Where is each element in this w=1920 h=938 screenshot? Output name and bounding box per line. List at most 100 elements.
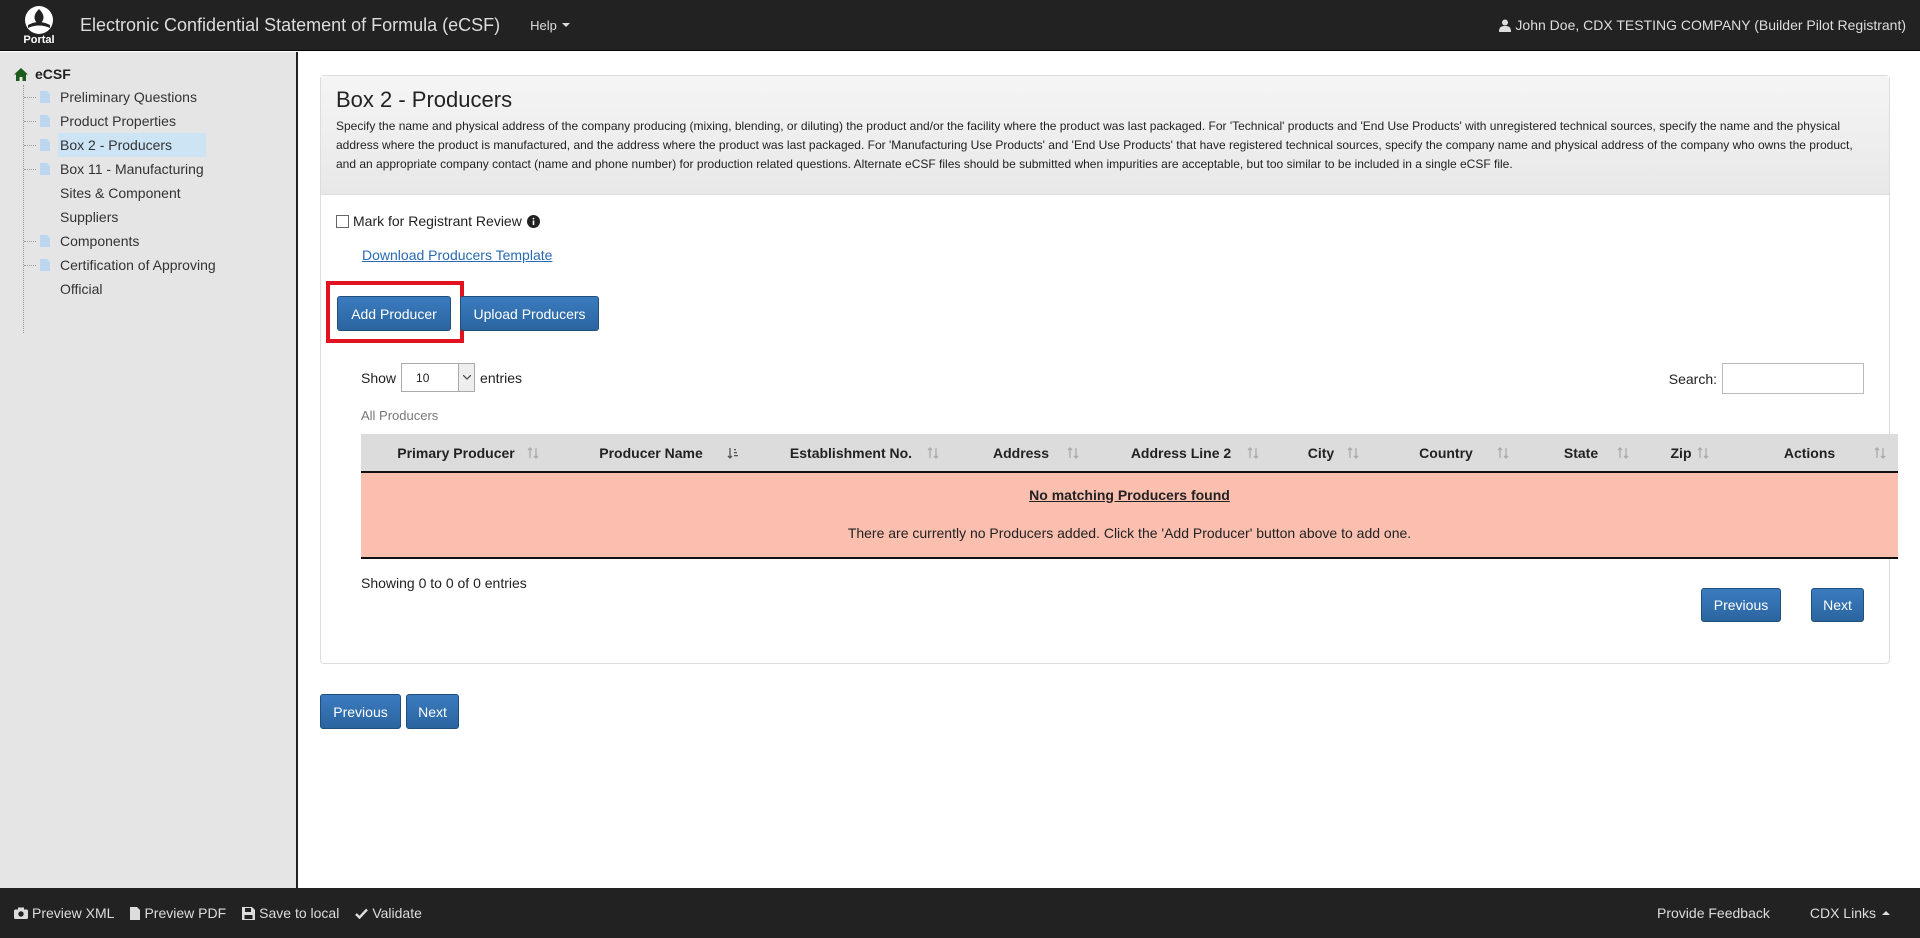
caret-down-icon [561, 23, 570, 27]
provide-feedback-link[interactable]: Provide Feedback [1657, 905, 1770, 921]
column-header[interactable]: Producer Name [551, 434, 751, 473]
app-title: Electronic Confidential Statement of For… [80, 14, 501, 35]
preview-xml-label: Preview XML [32, 905, 115, 921]
help-menu[interactable]: Help [530, 18, 570, 33]
sort-icon [1617, 447, 1629, 459]
sort-icon [1247, 447, 1259, 459]
file-icon [40, 115, 50, 127]
page-next-button[interactable]: Next [406, 694, 459, 729]
camera-icon [14, 907, 28, 919]
sidebar-item-label: Box 11 - Manufacturing Sites & Component… [60, 161, 204, 225]
sort-icon [1697, 447, 1709, 459]
producers-panel: Box 2 - Producers Specify the name and p… [320, 75, 1898, 664]
cdx-links-menu[interactable]: CDX Links [1810, 905, 1890, 921]
home-icon [14, 67, 28, 81]
column-header[interactable]: Country [1371, 434, 1521, 473]
sidebar-item-label: Box 2 - Producers [58, 133, 207, 157]
panel-heading: Box 2 - Producers Specify the name and p… [321, 76, 1889, 195]
column-header[interactable]: Address [951, 434, 1091, 473]
preview-pdf-label: Preview PDF [144, 905, 227, 921]
column-header[interactable]: Primary Producer [361, 434, 551, 473]
portal-logo-icon [25, 5, 53, 34]
registrant-review-checkbox[interactable] [336, 214, 349, 228]
column-header[interactable]: City [1271, 434, 1371, 473]
nav-tree: eCSF Preliminary Questions Product Prope… [14, 63, 274, 333]
user-menu[interactable]: John Doe, CDX TESTING COMPANY (Builder P… [1499, 17, 1906, 33]
table-caption: All Producers [361, 408, 439, 423]
footer-bar: Preview XML Preview PDF Save to local Va… [0, 888, 1920, 938]
sidebar-item-label: Components [60, 233, 140, 249]
validate-button[interactable]: Validate [355, 905, 422, 921]
caret-up-icon [1882, 911, 1890, 915]
registrant-review-label: Mark for Registrant Review [353, 213, 522, 229]
tree-root-label: eCSF [35, 66, 71, 82]
info-icon[interactable] [526, 214, 540, 228]
save-local-button[interactable]: Save to local [242, 905, 339, 921]
sort-asc-icon [727, 448, 738, 459]
table-controls: Show 10 entries Search: [336, 363, 1874, 399]
search-control: Search: [1669, 363, 1864, 394]
check-icon [355, 908, 369, 919]
file-icon [40, 259, 50, 271]
sidebar-item-label: Certification of Approving Official [60, 257, 216, 297]
panel-body: Mark for Registrant Review Download Prod… [321, 195, 1898, 663]
empty-message-row: There are currently no Producers added. … [361, 508, 1898, 559]
action-buttons: Add Producer Upload Producers [326, 281, 1874, 343]
registrant-review-row: Mark for Registrant Review [336, 213, 1874, 229]
cdx-links-label: CDX Links [1809, 905, 1876, 921]
show-label: Show [361, 369, 397, 386]
sort-icon [527, 447, 539, 459]
sidebar-item-preliminary-questions[interactable]: Preliminary Questions [14, 85, 274, 109]
sort-icon [1347, 447, 1359, 459]
sidebar-item-box11-manufacturing[interactable]: Box 11 - Manufacturing Sites & Component… [14, 157, 274, 229]
table-previous-button[interactable]: Previous [1701, 588, 1781, 622]
feedback-label: Provide Feedback [1657, 905, 1770, 921]
page-description: Specify the name and physical address of… [336, 119, 1853, 171]
user-icon [1499, 19, 1512, 32]
tree-root[interactable]: eCSF [14, 63, 274, 85]
search-input[interactable] [1722, 363, 1864, 394]
help-label: Help [530, 17, 557, 33]
column-header[interactable]: Establishment No. [751, 434, 951, 473]
sort-icon [1874, 447, 1886, 459]
validate-label: Validate [372, 905, 422, 921]
sidebar-item-label: Product Properties [60, 113, 176, 129]
sidebar-item-box2-producers[interactable]: Box 2 - Producers [14, 133, 274, 157]
column-header[interactable]: Actions [1721, 434, 1898, 473]
preview-pdf-button[interactable]: Preview PDF [130, 905, 226, 921]
sort-icon [1067, 447, 1079, 459]
main-content: Box 2 - Producers Specify the name and p… [320, 75, 1898, 729]
chevron-down-icon [458, 364, 475, 391]
sidebar-item-label: Preliminary Questions [60, 89, 197, 105]
add-producer-button[interactable]: Add Producer [337, 296, 451, 331]
empty-message: There are currently no Producers added. … [361, 508, 1898, 559]
producers-table: Primary Producer Producer Name Establish… [361, 434, 1898, 559]
table-pagination: Previous Next [1671, 588, 1864, 622]
column-header[interactable]: Address Line 2 [1091, 434, 1271, 473]
entries-label: entries [480, 369, 523, 386]
user-label: John Doe, CDX TESTING COMPANY (Builder P… [1515, 17, 1906, 33]
entries-select[interactable]: 10 [401, 363, 476, 392]
sort-icon [1497, 447, 1509, 459]
sidebar-item-components[interactable]: Components [14, 229, 274, 253]
download-template-link[interactable]: Download Producers Template [362, 247, 552, 263]
top-navbar: Portal Electronic Confidential Statement… [0, 0, 1920, 51]
preview-xml-button[interactable]: Preview XML [14, 905, 114, 921]
save-icon [242, 906, 256, 920]
table-next-button[interactable]: Next [1811, 588, 1864, 622]
page-title: Box 2 - Producers [336, 87, 513, 112]
column-header[interactable]: Zip [1641, 434, 1721, 473]
empty-title-row: No matching Producers found [361, 472, 1898, 508]
entries-value: 10 [416, 371, 430, 385]
page-navigation: Previous Next [320, 694, 1890, 729]
logo-text: Portal [23, 33, 55, 46]
page-previous-button[interactable]: Previous [320, 694, 401, 729]
table-info: Showing 0 to 0 of 0 entries [361, 575, 527, 591]
sidebar-item-product-properties[interactable]: Product Properties [14, 109, 274, 133]
sidebar: eCSF Preliminary Questions Product Prope… [0, 52, 298, 888]
upload-producers-button[interactable]: Upload Producers [460, 296, 599, 331]
search-label: Search: [1668, 370, 1717, 387]
sidebar-item-certification[interactable]: Certification of Approving Official [14, 253, 274, 301]
column-header[interactable]: State [1521, 434, 1641, 473]
portal-logo[interactable]: Portal [0, 0, 78, 51]
